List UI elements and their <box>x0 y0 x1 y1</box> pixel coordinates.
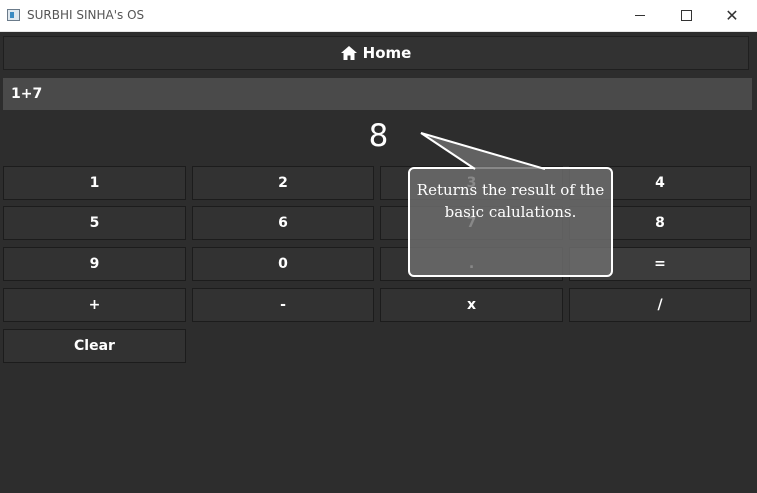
close-button[interactable]: ✕ <box>709 0 755 31</box>
app-icon <box>7 9 20 21</box>
home-icon <box>340 46 357 60</box>
result-tooltip: Returns the result of the basic calulati… <box>408 167 613 277</box>
key-1[interactable]: 1 <box>3 166 186 200</box>
key-divide[interactable]: / <box>569 288 751 322</box>
key-5[interactable]: 5 <box>3 206 186 240</box>
expression-input[interactable]: 1+7 <box>3 78 752 110</box>
window-title: SURBHI SINHA's OS <box>27 8 145 22</box>
home-label: Home <box>362 44 412 62</box>
maximize-button[interactable] <box>663 0 709 31</box>
key-minus[interactable]: - <box>192 288 374 322</box>
maximize-icon <box>680 10 692 21</box>
key-2[interactable]: 2 <box>192 166 374 200</box>
close-icon: ✕ <box>725 5 739 25</box>
key-plus[interactable]: + <box>3 288 186 322</box>
tooltip-text: Returns the result of the basic calulati… <box>416 181 605 221</box>
clear-button[interactable]: Clear <box>3 329 186 363</box>
minimize-button[interactable] <box>617 0 663 31</box>
expression-text: 1+7 <box>11 86 43 102</box>
home-button[interactable]: Home <box>3 36 749 70</box>
result-display: 8 <box>368 118 389 154</box>
key-6[interactable]: 6 <box>192 206 374 240</box>
minimize-icon <box>635 15 645 16</box>
key-0[interactable]: 0 <box>192 247 374 281</box>
key-9[interactable]: 9 <box>3 247 186 281</box>
title-bar: SURBHI SINHA's OS ✕ <box>0 0 757 32</box>
key-multiply[interactable]: x <box>380 288 563 322</box>
